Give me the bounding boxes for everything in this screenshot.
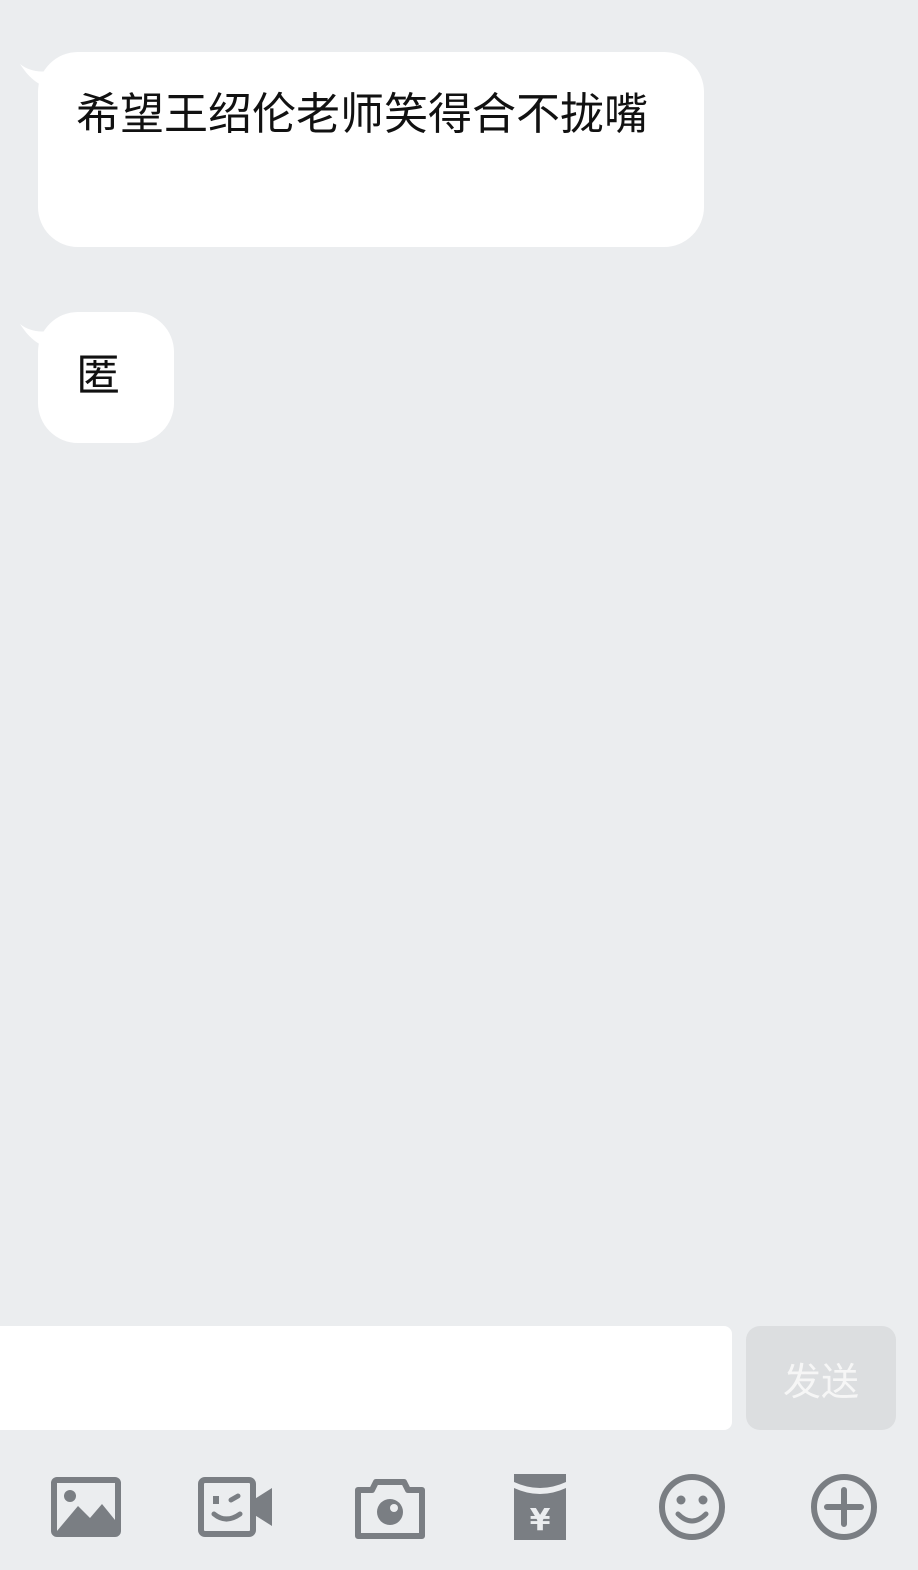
bubble-tail-icon (20, 324, 60, 352)
message-bubble[interactable]: 希望王绍伦老师笑得合不拢嘴 (20, 52, 704, 247)
message-text: 希望王绍伦老师笑得合不拢嘴 (76, 89, 648, 140)
emoji-icon (659, 1474, 725, 1540)
camera-button[interactable] (352, 1472, 428, 1542)
chat-message-list[interactable]: 希望王绍伦老师笑得合不拢嘴 匿 (0, 0, 918, 1310)
message-bubble[interactable]: 匿 (20, 312, 174, 443)
red-packet-button[interactable]: ¥ (502, 1472, 578, 1542)
video-call-icon (198, 1477, 272, 1537)
message-input[interactable] (0, 1326, 732, 1430)
image-button[interactable] (48, 1472, 124, 1542)
more-button[interactable] (806, 1472, 882, 1542)
image-icon (51, 1477, 121, 1537)
bubble-tail-icon (20, 64, 60, 92)
svg-text:¥: ¥ (530, 1503, 551, 1538)
input-toolbar: ¥ (0, 1442, 918, 1570)
camera-icon (355, 1479, 425, 1539)
red-packet-icon: ¥ (514, 1474, 566, 1540)
message-text: 匿 (76, 350, 120, 401)
emoji-button[interactable] (654, 1472, 730, 1542)
plus-icon (811, 1474, 877, 1540)
video-call-button[interactable] (198, 1472, 274, 1542)
message-input-bar: 发送 (0, 1310, 918, 1442)
send-button[interactable]: 发送 (746, 1326, 896, 1430)
